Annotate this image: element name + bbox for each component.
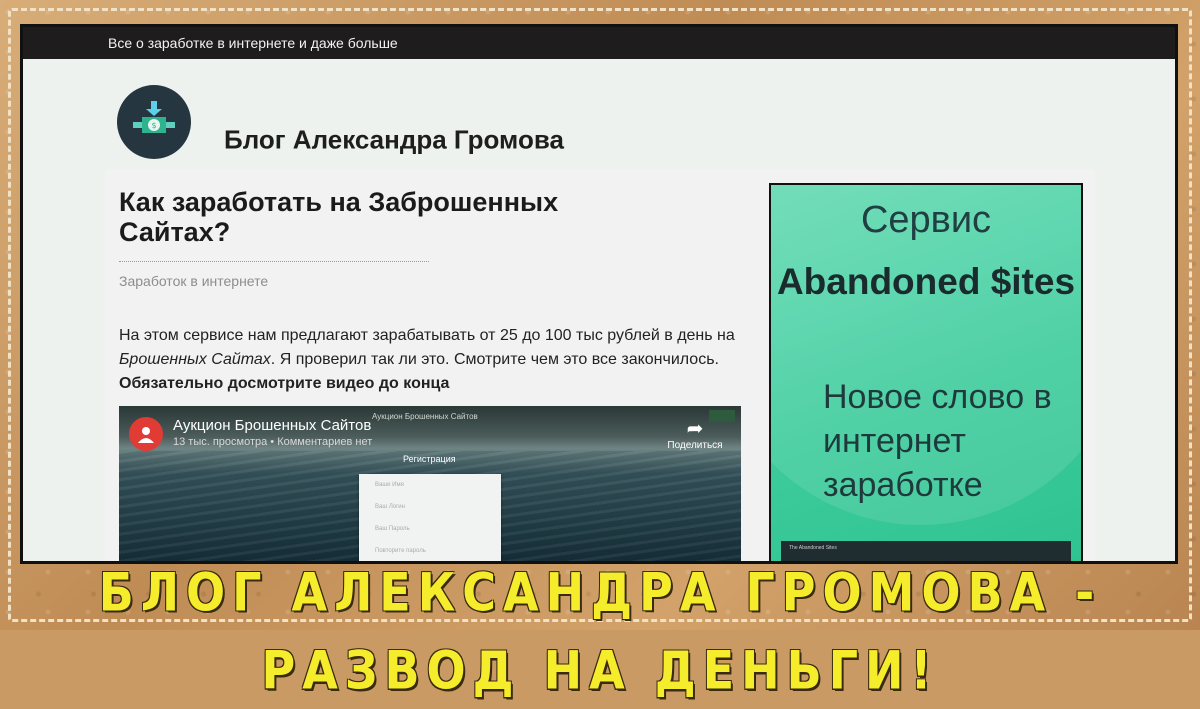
ad-line-3: Новое слово в интернет заработке bbox=[823, 378, 1052, 504]
title-divider bbox=[119, 261, 429, 262]
ad-line-1: Сервис bbox=[860, 199, 992, 241]
article-category[interactable]: Заработок в интернете bbox=[119, 273, 268, 289]
video-meta: 13 тыс. просмотра • Комментариев нет bbox=[173, 436, 373, 448]
share-label: Поделиться bbox=[667, 440, 723, 451]
intro-bold: Обязательно досмотрите видео до конца bbox=[119, 375, 450, 392]
intro-text-2: . Я проверил так ли это. Смотрите чем эт… bbox=[270, 351, 719, 368]
top-bar: Все о заработке в интернете и даже больш… bbox=[23, 27, 1175, 59]
registration-form: Ваше Имя Ваш Логин Ваш Пароль Повторите … bbox=[359, 474, 501, 561]
intro-text-1: На этом сервисе нам предлагают зарабатыв… bbox=[119, 327, 735, 344]
user-icon bbox=[138, 427, 154, 443]
form-field: Ваше Имя bbox=[375, 482, 404, 488]
registration-label: Регистрация bbox=[403, 454, 456, 464]
share-button[interactable]: ➦ Поделиться bbox=[667, 418, 723, 451]
channel-avatar-icon[interactable] bbox=[129, 417, 163, 451]
video-title[interactable]: Аукцион Брошенных Сайтов bbox=[173, 417, 371, 434]
svg-text:$: $ bbox=[151, 121, 156, 130]
article-intro: На этом сервисе нам предлагают зарабатыв… bbox=[119, 324, 739, 396]
embedded-site-header: Аукцион Брошенных Сайтов bbox=[372, 412, 478, 421]
bottom-banner-text: БЛОГ АЛЕКСАНДРА ГРОМОВА - РАЗВОД НА ДЕНЬ… bbox=[98, 560, 1102, 702]
article-title[interactable]: Как заработать на Заброшенных Сайтах? bbox=[119, 187, 639, 247]
site-header: $ Блог Александра Громова bbox=[23, 59, 1175, 169]
site-logo[interactable]: $ bbox=[117, 85, 191, 159]
ad-line-2: Abandoned $ites bbox=[776, 261, 1076, 302]
intro-italic: Брошенных Сайтах bbox=[119, 351, 271, 368]
site-tagline[interactable]: Все о заработке в интернете и даже больш… bbox=[108, 35, 398, 51]
website-screenshot: Все о заработке в интернете и даже больш… bbox=[20, 24, 1178, 564]
video-player[interactable]: Аукцион Брошенных Сайтов Аукцион Брошенн… bbox=[119, 406, 741, 561]
sidebar-ad-banner[interactable]: Сервис Abandoned $ites Новое слово в инт… bbox=[769, 183, 1083, 561]
main-content: Как заработать на Заброшенных Сайтах? За… bbox=[105, 169, 1095, 561]
share-icon: ➦ bbox=[686, 418, 704, 440]
form-field: Ваш Логин bbox=[375, 504, 405, 510]
money-download-icon: $ bbox=[133, 101, 175, 133]
form-field: Ваш Пароль bbox=[375, 526, 410, 532]
site-title[interactable]: Блог Александра Громова bbox=[224, 125, 564, 156]
